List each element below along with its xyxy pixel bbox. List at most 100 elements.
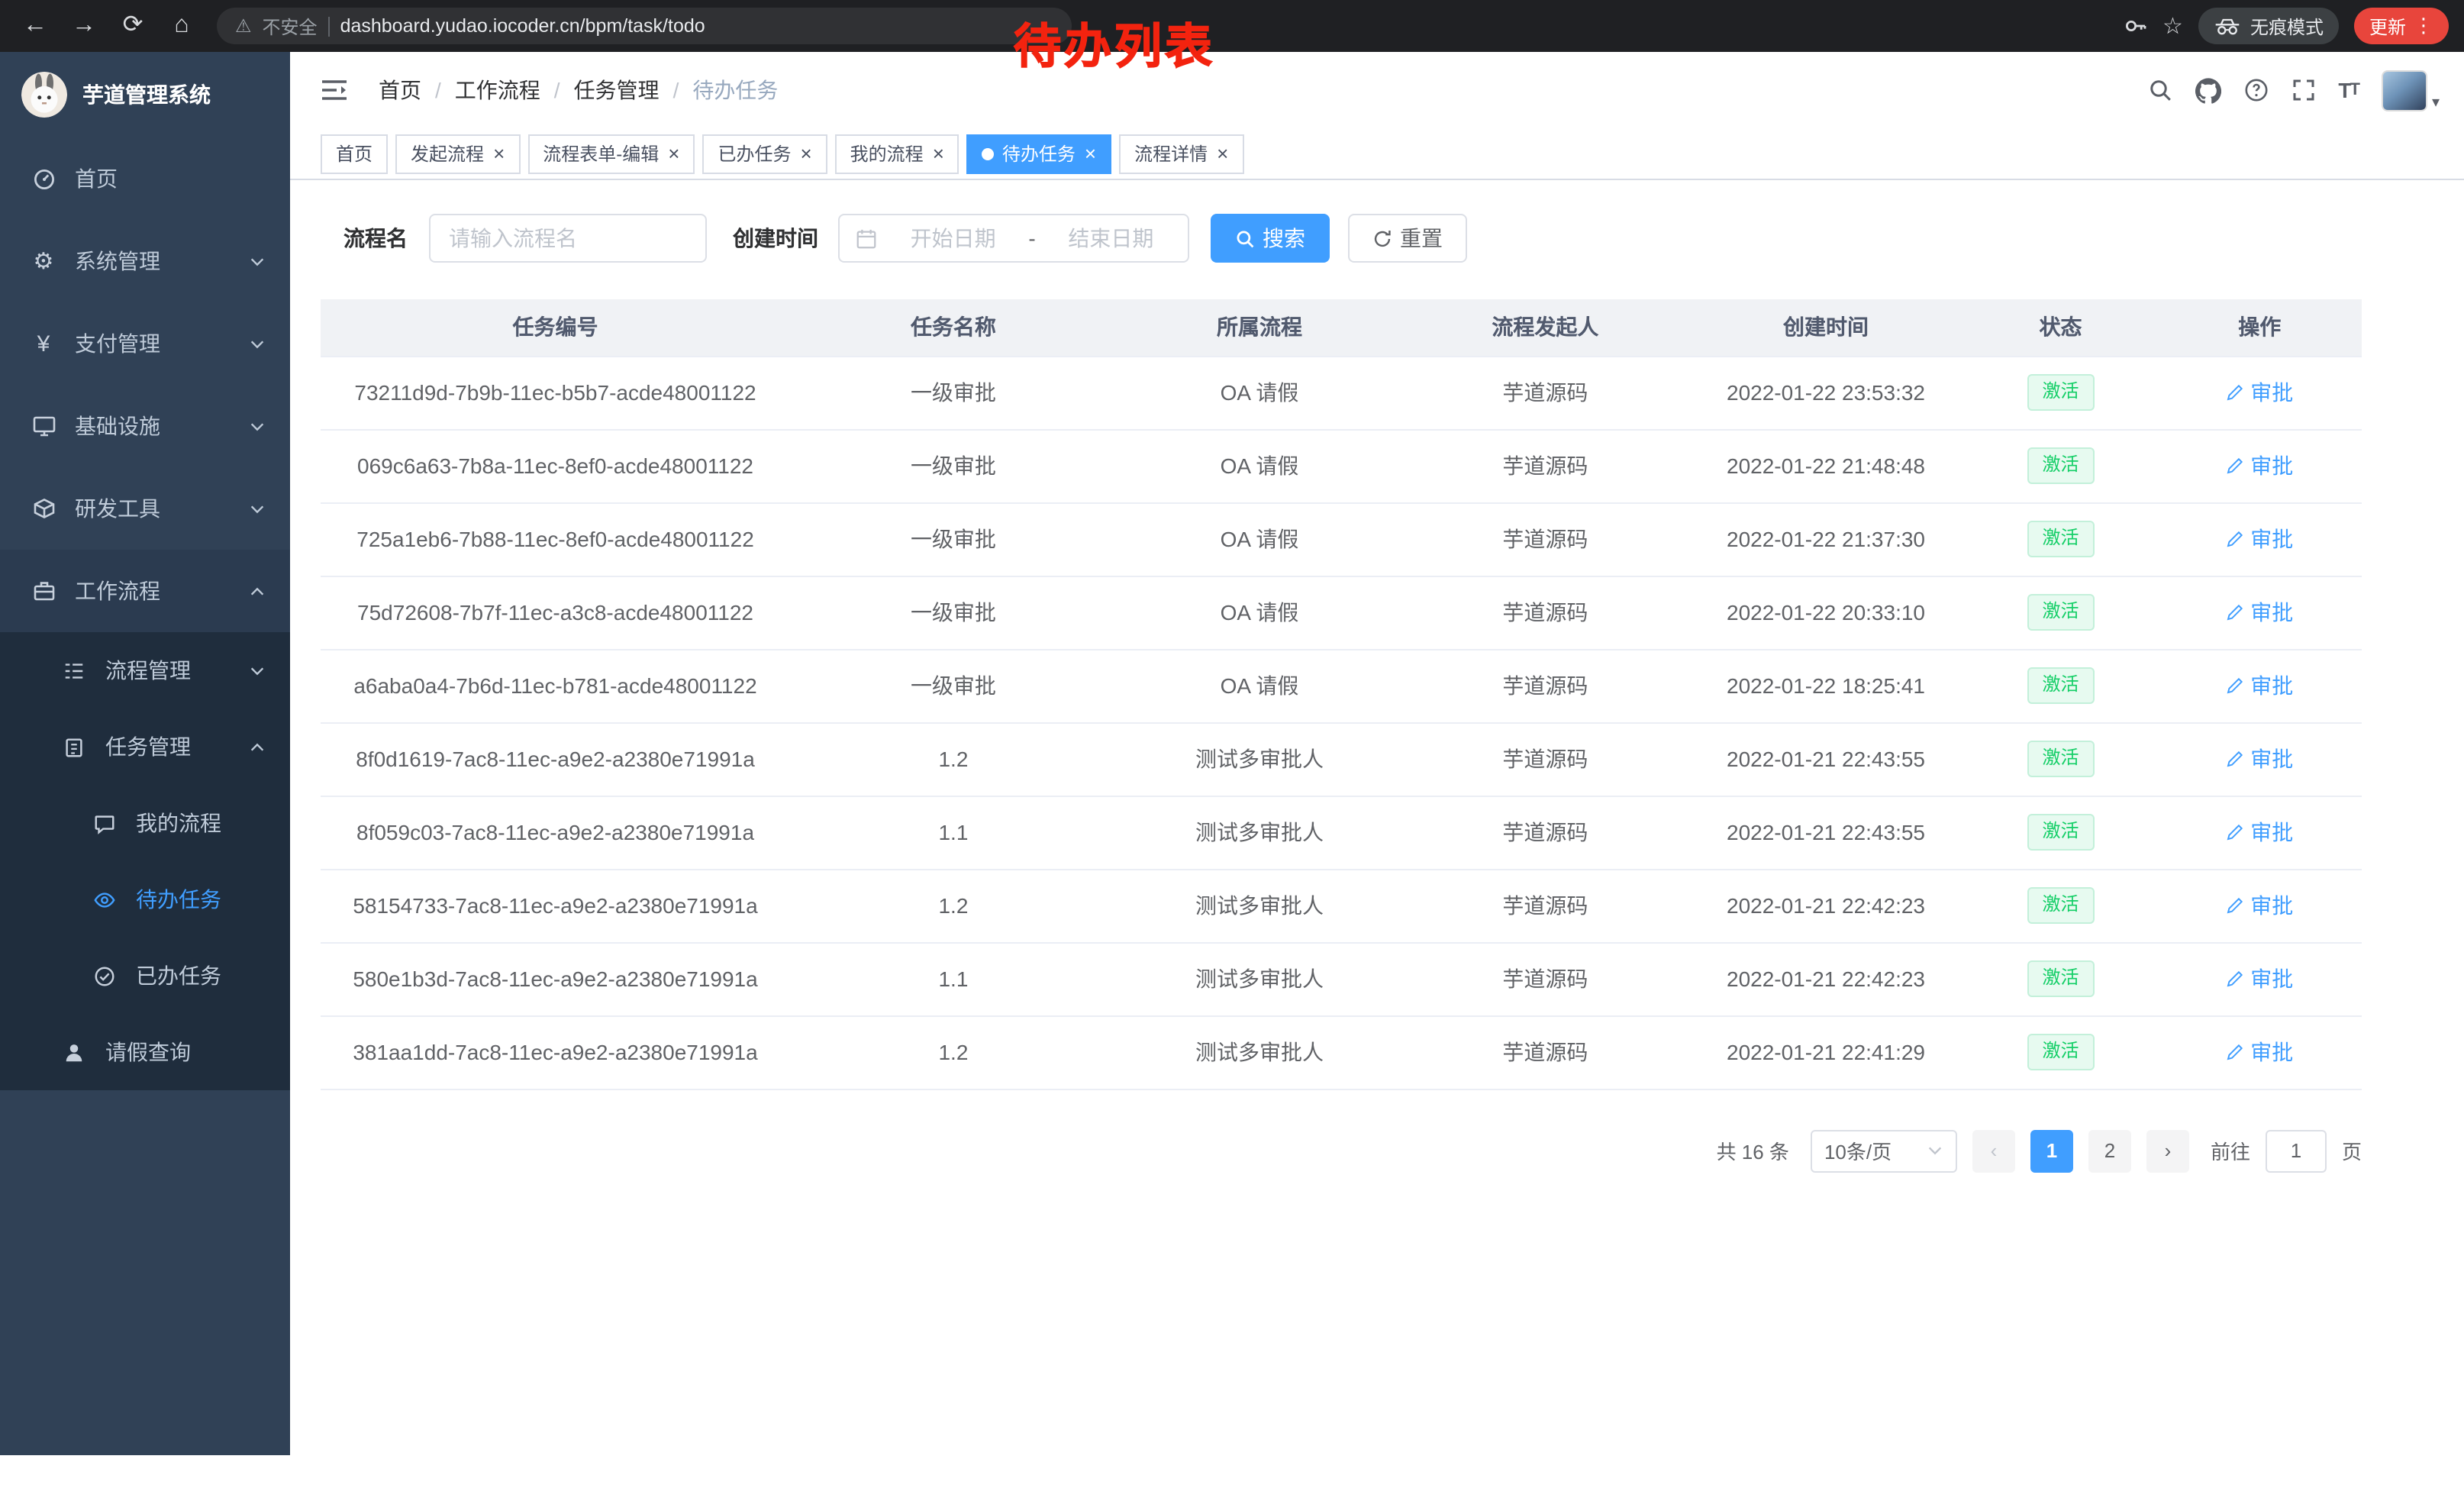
- sidebar-item-todo-task[interactable]: 待办任务: [0, 861, 290, 938]
- created-cell: 2022-01-22 23:53:32: [1688, 356, 1964, 429]
- approve-link[interactable]: 审批: [2226, 670, 2293, 701]
- password-key-icon[interactable]: [2123, 14, 2147, 38]
- status-cell: 激活: [1964, 429, 2158, 502]
- bookmark-star-icon[interactable]: ☆: [2162, 12, 2183, 40]
- close-icon[interactable]: ×: [668, 144, 679, 163]
- sidebar-toggle-icon[interactable]: [311, 67, 357, 113]
- approve-link[interactable]: 审批: [2226, 597, 2293, 628]
- table-header-row: 任务编号 任务名称 所属流程 流程发起人 创建时间 状态 操作: [321, 299, 2362, 356]
- status-badge: 激活: [2027, 447, 2094, 483]
- address-bar[interactable]: ⚠ 不安全 dashboard.yudao.iocoder.cn/bpm/tas…: [217, 8, 1072, 44]
- breadcrumb-item[interactable]: 任务管理: [574, 75, 660, 105]
- incognito-label: 无痕模式: [2250, 13, 2324, 39]
- actions-cell: 审批: [2158, 722, 2362, 796]
- sidebar-item-system[interactable]: ⚙ 系统管理: [0, 220, 290, 302]
- process-cell: OA 请假: [1117, 429, 1402, 502]
- actions-cell: 审批: [2158, 649, 2362, 722]
- approve-link[interactable]: 审批: [2226, 450, 2293, 481]
- browser-menu-icon[interactable]: ⋮: [2414, 14, 2433, 38]
- toolbox-icon: [31, 496, 56, 521]
- approve-link[interactable]: 审批: [2226, 964, 2293, 994]
- tab-start-process[interactable]: 发起流程 ×: [395, 134, 520, 173]
- breadcrumb-item[interactable]: 首页: [379, 75, 421, 105]
- page-number-2[interactable]: 2: [2088, 1129, 2131, 1172]
- close-icon[interactable]: ×: [933, 144, 944, 163]
- tab-label: 流程详情: [1134, 140, 1208, 166]
- tab-my-process[interactable]: 我的流程 ×: [835, 134, 959, 173]
- breadcrumb: 首页 / 工作流程 / 任务管理 / 待办任务: [379, 75, 778, 105]
- sidebar-item-devtools[interactable]: 研发工具: [0, 467, 290, 550]
- security-label[interactable]: 不安全: [263, 13, 318, 39]
- refresh-icon: [1372, 228, 1392, 248]
- main-area: 首页 / 工作流程 / 任务管理 / 待办任务: [290, 52, 2464, 1501]
- sidebar-item-process-mgmt[interactable]: 流程管理: [0, 632, 290, 709]
- breadcrumb-item[interactable]: 工作流程: [455, 75, 540, 105]
- search-button[interactable]: 搜索: [1211, 214, 1330, 263]
- briefcase-icon: [31, 579, 56, 603]
- browser-back-icon[interactable]: ←: [15, 6, 55, 46]
- sidebar-item-my-process[interactable]: 我的流程: [0, 785, 290, 861]
- next-page-button[interactable]: ›: [2146, 1129, 2189, 1172]
- close-icon[interactable]: ×: [493, 144, 505, 163]
- goto-page-input[interactable]: [2266, 1129, 2327, 1172]
- initiator-cell: 芋道源码: [1402, 649, 1688, 722]
- status-cell: 激活: [1964, 502, 2158, 576]
- approve-link[interactable]: 审批: [2226, 1037, 2293, 1067]
- close-icon[interactable]: ×: [1217, 144, 1228, 163]
- table-row: a6aba0a4-7b6d-11ec-b781-acde48001122 一级审…: [321, 649, 2362, 722]
- help-icon[interactable]: [2243, 78, 2268, 102]
- page-number-1[interactable]: 1: [2030, 1129, 2073, 1172]
- status-badge: 激活: [2027, 594, 2094, 630]
- col-task-name: 任务名称: [790, 299, 1117, 356]
- approve-label: 审批: [2250, 744, 2293, 774]
- prev-page-button[interactable]: ‹: [1972, 1129, 2015, 1172]
- approve-link[interactable]: 审批: [2226, 524, 2293, 554]
- page-size-value: 10条/页: [1824, 1136, 1892, 1165]
- approve-link[interactable]: 审批: [2226, 377, 2293, 408]
- gear-icon: ⚙: [31, 247, 56, 275]
- browser-home-icon[interactable]: ⌂: [162, 6, 202, 46]
- font-size-icon[interactable]: TT: [2338, 78, 2359, 102]
- eye-icon: [92, 888, 118, 911]
- sidebar-item-home[interactable]: 首页: [0, 137, 290, 220]
- search-icon[interactable]: [2147, 78, 2172, 102]
- github-icon[interactable]: [2195, 77, 2221, 103]
- close-icon[interactable]: ×: [1085, 144, 1096, 163]
- browser-forward-icon[interactable]: →: [64, 6, 104, 46]
- sidebar-item-label: 首页: [75, 163, 118, 194]
- process-name-input[interactable]: [429, 214, 707, 263]
- sidebar-item-workflow[interactable]: 工作流程: [0, 550, 290, 632]
- start-date-placeholder: 开始日期: [892, 223, 1014, 253]
- tab-todo-tasks[interactable]: 待办任务 ×: [967, 134, 1111, 173]
- sidebar-item-task-mgmt[interactable]: 任务管理: [0, 709, 290, 785]
- fullscreen-icon[interactable]: [2291, 78, 2315, 102]
- approve-link[interactable]: 审批: [2226, 890, 2293, 921]
- tab-process-detail[interactable]: 流程详情 ×: [1119, 134, 1243, 173]
- app-logo-row[interactable]: 芋道管理系统: [0, 52, 290, 137]
- sidebar-item-infra[interactable]: 基础设施: [0, 385, 290, 467]
- sidebar-item-payment[interactable]: ¥ 支付管理: [0, 302, 290, 385]
- status-cell: 激活: [1964, 722, 2158, 796]
- status-badge: 激活: [2027, 814, 2094, 850]
- status-cell: 激活: [1964, 869, 2158, 942]
- sidebar-item-leave-query[interactable]: 请假查询: [0, 1014, 290, 1090]
- tab-label: 发起流程: [411, 140, 484, 166]
- status-cell: 激活: [1964, 796, 2158, 869]
- page-size-select[interactable]: 10条/页: [1811, 1129, 1957, 1172]
- update-button[interactable]: 更新 ⋮: [2354, 8, 2449, 44]
- browser-reload-icon[interactable]: ⟳: [113, 6, 153, 46]
- reset-button[interactable]: 重置: [1348, 214, 1467, 263]
- approve-link[interactable]: 审批: [2226, 817, 2293, 847]
- sidebar-item-done-task[interactable]: 已办任务: [0, 938, 290, 1014]
- pagination: 共 16 条 10条/页 ‹ 1 2 › 前往 页: [321, 1129, 2362, 1172]
- user-menu[interactable]: ▾: [2382, 69, 2440, 111]
- tab-form-edit[interactable]: 流程表单-编辑 ×: [527, 134, 695, 173]
- tab-home[interactable]: 首页: [321, 134, 388, 173]
- tab-done-tasks[interactable]: 已办任务 ×: [702, 134, 827, 173]
- approve-link[interactable]: 审批: [2226, 744, 2293, 774]
- table-row: 580e1b3d-7ac8-11ec-a9e2-a2380e71991a 1.1…: [321, 942, 2362, 1015]
- chevron-down-icon: [249, 335, 266, 352]
- date-range-picker[interactable]: 开始日期 - 结束日期: [838, 214, 1189, 263]
- close-icon[interactable]: ×: [800, 144, 811, 163]
- sidebar-item-label: 系统管理: [75, 246, 160, 276]
